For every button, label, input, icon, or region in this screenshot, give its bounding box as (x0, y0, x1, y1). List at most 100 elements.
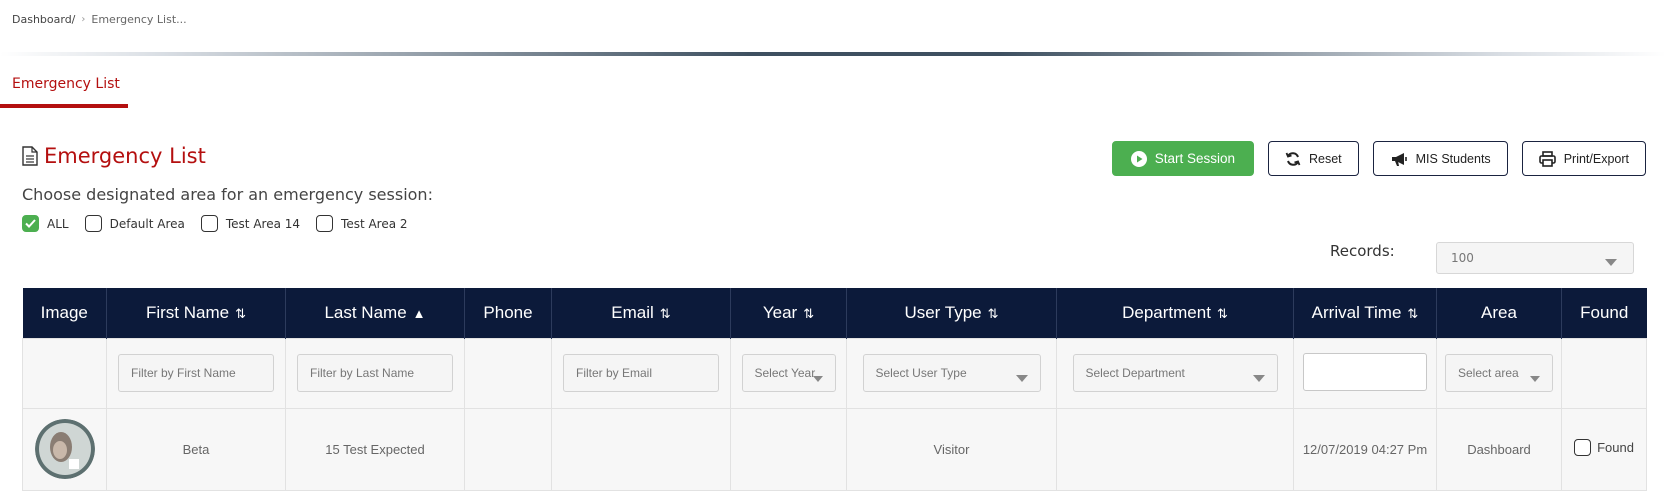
column-header-year[interactable]: Year ⇅ (730, 288, 847, 338)
last-name-cell: 15 Test Expected (285, 407, 465, 491)
phone-cell (464, 407, 552, 491)
area-option-label: Test Area 14 (225, 216, 301, 231)
mis-students-label: MIS Students (1415, 151, 1491, 166)
records-label: Records: (1330, 242, 1395, 260)
sort-icon[interactable]: ⇅ (803, 306, 814, 321)
reset-label: Reset (1308, 151, 1342, 166)
sort-icon[interactable]: ⇅ (1407, 306, 1418, 321)
breadcrumb-home-link[interactable]: Dashboard/ (12, 13, 75, 26)
sort-icon[interactable]: ⇅ (660, 306, 671, 321)
column-header-area: Area (1436, 288, 1562, 338)
filter-row: Filter by First Name Filter by Last Name… (22, 337, 1647, 409)
refresh-icon (1285, 151, 1301, 167)
area-options: ALL Default Area Test Area 14 Test Area … (22, 215, 408, 232)
filter-cell-empty (1561, 337, 1647, 409)
checkbox-icon[interactable] (200, 215, 218, 232)
breadcrumb: Dashboard/ › Emergency List... (12, 13, 187, 26)
filter-cell (1293, 337, 1437, 409)
arrival-time-cell: 12/07/2019 04:27 Pm (1293, 407, 1437, 491)
department-filter-select[interactable]: Select Department (1072, 354, 1278, 392)
checkbox-icon[interactable] (316, 215, 334, 232)
sort-icon[interactable]: ⇅ (235, 306, 246, 321)
area-option-label: Default Area (109, 216, 185, 231)
area-cell: Dashboard (1436, 407, 1562, 491)
column-header-department[interactable]: Department ⇅ (1056, 288, 1294, 338)
year-filter-select[interactable]: Select Year (741, 354, 836, 392)
filter-cell: Select User Type (846, 337, 1057, 409)
chevron-down-icon (1605, 255, 1617, 269)
play-circle-icon (1130, 150, 1147, 167)
column-header-user-type[interactable]: User Type ⇅ (846, 288, 1057, 338)
year-filter-placeholder: Select Year (754, 366, 816, 380)
breadcrumb-current: Emergency List... (91, 13, 187, 26)
year-cell (730, 407, 847, 491)
checkbox-icon[interactable] (1574, 439, 1592, 456)
mis-students-button[interactable]: MIS Students (1372, 141, 1508, 176)
column-header-arrival-time[interactable]: Arrival Time ⇅ (1293, 288, 1437, 338)
print-export-button[interactable]: Print/Export (1521, 141, 1646, 176)
department-filter-placeholder: Select Department (1085, 366, 1185, 380)
header-divider (0, 52, 1666, 56)
area-option-all[interactable]: ALL (22, 215, 69, 232)
avatar (34, 419, 95, 479)
arrival-time-filter-input[interactable] (1303, 352, 1427, 391)
printer-icon (1538, 150, 1556, 167)
reset-button[interactable]: Reset (1267, 141, 1359, 176)
found-cell: Found (1561, 407, 1647, 491)
chevron-down-icon (1015, 371, 1028, 385)
first-name-cell: Beta (106, 407, 286, 491)
sort-icon[interactable]: ⇅ (1217, 306, 1228, 321)
checkbox-icon[interactable] (84, 215, 102, 232)
department-cell (1056, 407, 1294, 491)
image-cell (22, 407, 107, 491)
user-type-filter-select[interactable]: Select User Type (862, 354, 1041, 392)
page-title: Emergency List (22, 144, 206, 168)
chevron-down-icon (812, 371, 823, 385)
start-session-label: Start Session (1154, 151, 1235, 166)
filter-cell: Filter by Last Name (285, 337, 465, 409)
tab-emergency-list[interactable]: Emergency List (12, 76, 120, 92)
filter-cell: Select Department (1056, 337, 1294, 409)
filter-cell: Filter by First Name (106, 337, 286, 409)
area-filter-select[interactable]: Select area (1445, 354, 1553, 392)
records-value: 100 (1451, 251, 1474, 265)
area-option-default-area[interactable]: Default Area (84, 215, 185, 232)
email-filter-input[interactable]: Filter by Email (563, 354, 719, 392)
chevron-down-icon (1530, 371, 1540, 385)
column-header-found: Found (1561, 288, 1647, 338)
table-header-row: Image First Name ⇅ Last Name ▲ Phone Email… (22, 288, 1647, 338)
table-row[interactable]: Beta 15 Test Expected Visitor 12/07/2019… (22, 407, 1647, 491)
sort-icon[interactable]: ⇅ (988, 306, 999, 321)
page-subtitle: Choose designated area for an emergency … (22, 185, 433, 204)
action-buttons: Start Session Reset MIS Students Print/E… (1111, 141, 1646, 176)
print-export-label: Print/Export (1563, 151, 1629, 166)
page-title-text: Emergency List (44, 144, 206, 168)
email-cell (551, 407, 731, 491)
records-select[interactable]: 100 (1436, 242, 1634, 274)
filter-cell: Select Year (730, 337, 847, 409)
column-header-email[interactable]: Email ⇅ (551, 288, 731, 338)
filter-cell: Select area (1436, 337, 1562, 409)
found-checkbox[interactable]: Found (1574, 439, 1634, 456)
user-type-filter-placeholder: Select User Type (875, 366, 967, 380)
area-option-label: Test Area 2 (341, 216, 408, 231)
area-option-test-area-2[interactable]: Test Area 2 (316, 215, 408, 232)
user-type-cell: Visitor (846, 407, 1057, 491)
first-name-filter-input[interactable]: Filter by First Name (118, 354, 274, 392)
sort-asc-icon[interactable]: ▲ (413, 306, 426, 321)
breadcrumb-separator: › (81, 14, 86, 25)
last-name-filter-input[interactable]: Filter by Last Name (297, 354, 453, 392)
filter-cell-empty (22, 337, 107, 409)
filter-cell: Filter by Email (551, 337, 731, 409)
column-header-image: Image (22, 288, 107, 338)
start-session-button[interactable]: Start Session (1111, 141, 1254, 176)
found-label: Found (1597, 440, 1634, 455)
checkbox-checked-icon[interactable] (22, 215, 39, 232)
filter-cell-empty (464, 337, 552, 409)
document-icon (22, 146, 38, 166)
column-header-first-name[interactable]: First Name ⇅ (106, 288, 286, 338)
column-header-phone: Phone (464, 288, 552, 338)
area-option-test-area-14[interactable]: Test Area 14 (200, 215, 301, 232)
column-header-last-name[interactable]: Last Name ▲ (285, 288, 465, 338)
tab-active-indicator (0, 104, 128, 108)
